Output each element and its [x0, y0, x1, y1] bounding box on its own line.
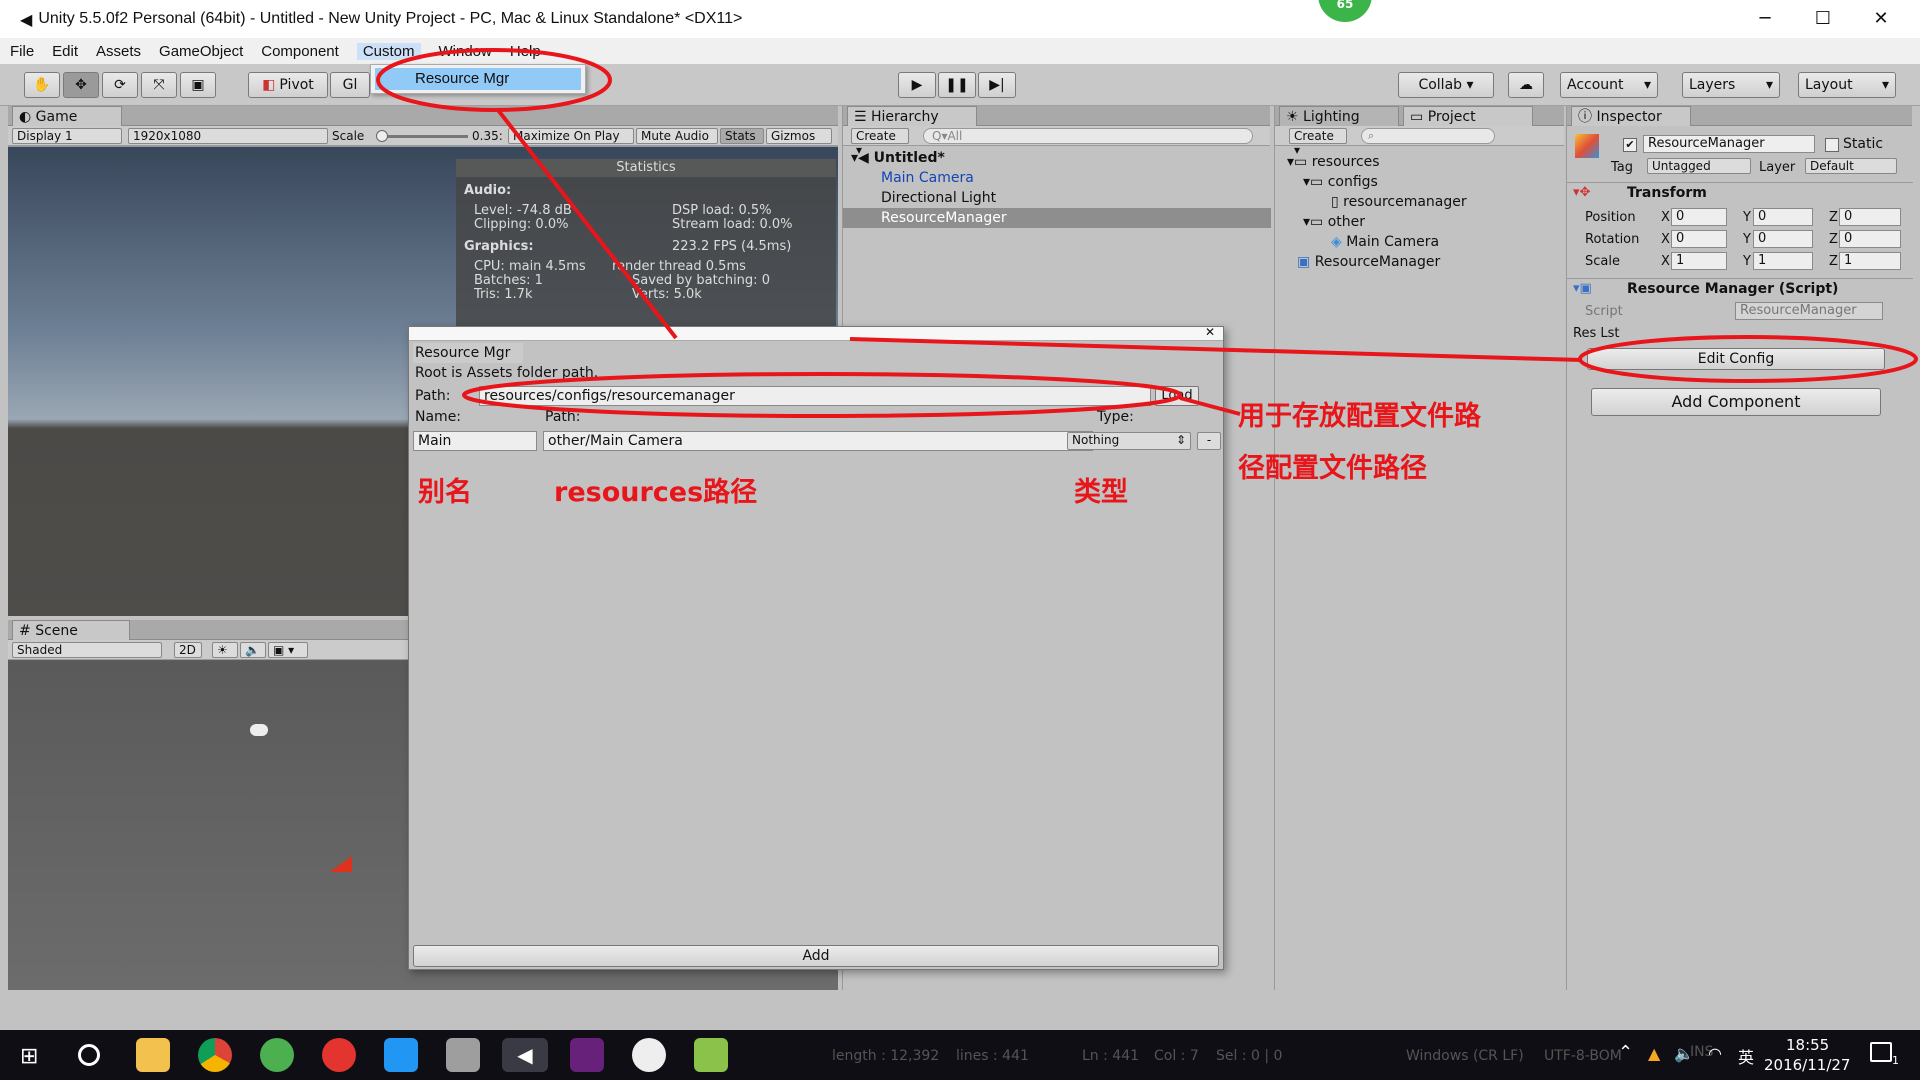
notification-count: 1	[1892, 1054, 1899, 1067]
status-col: Col : 7	[1154, 1048, 1199, 1064]
annotation-line-edit	[849, 337, 1583, 362]
visual-studio-icon[interactable]	[570, 1038, 604, 1072]
ime-indicator[interactable]: 英	[1738, 1044, 1754, 1068]
notepad-icon[interactable]	[694, 1038, 728, 1072]
annotation-ellipse-path	[462, 372, 1182, 418]
cortana-icon[interactable]	[78, 1044, 100, 1066]
taskbar: ⊞ ◀ length : 12,392 lines : 441 Ln : 441…	[0, 1030, 1920, 1080]
netease-music-icon[interactable]	[322, 1038, 356, 1072]
browser-icon[interactable]	[260, 1038, 294, 1072]
file-explorer-icon[interactable]	[136, 1038, 170, 1072]
wifi-icon[interactable]: ◠	[1708, 1044, 1722, 1063]
status-eol: Windows (CR LF)	[1406, 1048, 1524, 1064]
status-sel: Sel : 0 | 0	[1216, 1048, 1283, 1064]
clock-time[interactable]: 18:55	[1786, 1036, 1829, 1054]
tray-app-icon[interactable]: ▲	[1648, 1044, 1660, 1063]
status-encoding: UTF-8-BOM	[1544, 1048, 1622, 1064]
start-icon[interactable]: ⊞	[20, 1044, 38, 1069]
unity-taskbar-icon[interactable]: ◀	[502, 1038, 548, 1072]
annotation-ellipse-edit-config	[1578, 335, 1918, 383]
volume-icon[interactable]: 🔈	[1674, 1044, 1694, 1063]
tray-chevron-icon[interactable]: ⌃	[1618, 1042, 1633, 1063]
annotation-line-note	[1179, 396, 1241, 416]
status-ln: Ln : 441	[1082, 1048, 1140, 1064]
clock-date[interactable]: 2016/11/27	[1764, 1056, 1850, 1074]
annotation-line-menu	[496, 108, 678, 340]
annotation-ellipse-menu	[376, 48, 612, 112]
paint-icon[interactable]	[632, 1038, 666, 1072]
chat-icon[interactable]	[384, 1038, 418, 1072]
app-icon[interactable]	[446, 1038, 480, 1072]
annotation-overlay	[376, 48, 1918, 418]
status-lines: lines : 441	[956, 1048, 1029, 1064]
status-length: length : 12,392	[832, 1048, 940, 1064]
notification-center-icon[interactable]	[1870, 1042, 1892, 1062]
chrome-icon[interactable]	[198, 1038, 232, 1072]
